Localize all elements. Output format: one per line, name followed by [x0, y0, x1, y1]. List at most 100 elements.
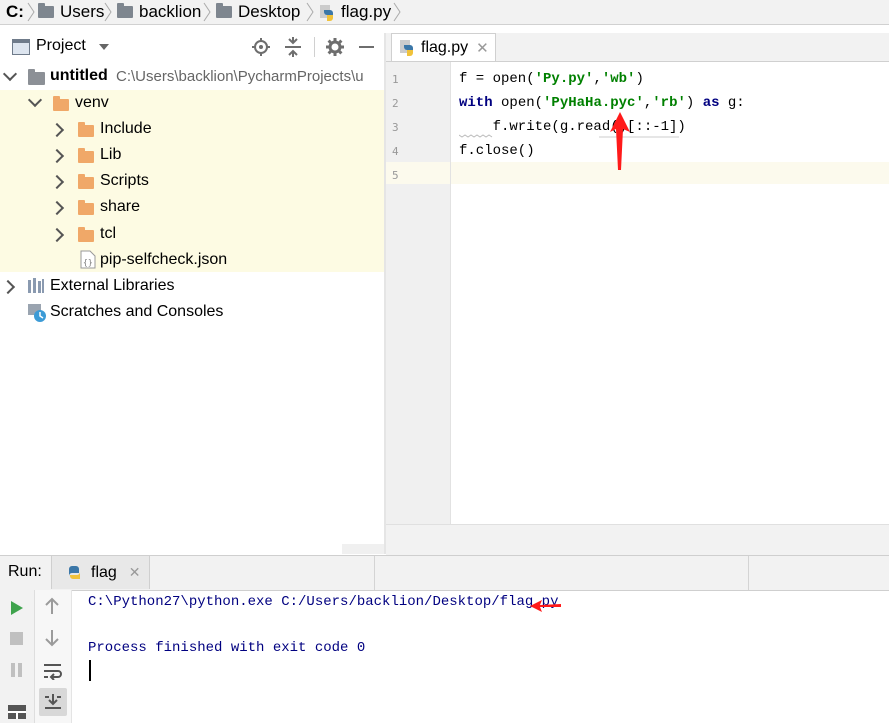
- tree-item-label: untitled: [50, 67, 108, 84]
- project-path-text: C:\Users\backlion\PycharmProjects\u: [116, 68, 364, 85]
- locate-target-icon[interactable]: [252, 38, 270, 56]
- chevron-down-icon[interactable]: [27, 92, 43, 108]
- project-panel-title[interactable]: Project: [36, 37, 86, 55]
- chevron-right-icon[interactable]: [49, 148, 65, 164]
- layout-icon[interactable]: [8, 704, 26, 720]
- toolbar-divider: [314, 37, 315, 57]
- gear-icon[interactable]: [326, 38, 344, 56]
- divider: [748, 556, 749, 590]
- tree-item-pip-selfcheck[interactable]: {} pip-selfcheck.json: [0, 246, 384, 272]
- breadcrumb-label: Users: [60, 2, 105, 21]
- console-toolbar: [35, 590, 72, 723]
- python-file-icon: [400, 40, 413, 56]
- dropdown-arrow-icon[interactable]: [99, 43, 109, 51]
- python-icon: [69, 566, 80, 579]
- line-number: 2: [392, 97, 399, 110]
- code-line-1[interactable]: f = open('Py.py','wb'): [459, 71, 644, 87]
- tree-item-scratches[interactable]: Scratches and Consoles: [0, 298, 384, 324]
- project-tree: untitled C:\Users\backlion\PycharmProjec…: [0, 62, 384, 544]
- breadcrumb-users[interactable]: Users: [38, 0, 104, 24]
- arrow-down-icon[interactable]: [45, 629, 59, 647]
- breadcrumb-backlion[interactable]: backlion: [117, 0, 201, 24]
- annotation-arrow-left-icon: [530, 600, 561, 612]
- code-line-4[interactable]: f.close(): [459, 143, 535, 159]
- folder-icon: [78, 148, 94, 163]
- arrow-up-icon[interactable]: [45, 597, 59, 615]
- run-toolbar: [0, 590, 35, 723]
- close-icon[interactable]: ✕: [476, 39, 489, 57]
- folder-icon: [28, 69, 45, 85]
- code-token: ): [685, 95, 703, 111]
- chevron-right-icon[interactable]: [49, 227, 65, 243]
- python-file-icon: [320, 4, 333, 21]
- navigation-bar: C: Users backlion Desktop flag.py: [0, 0, 889, 25]
- breadcrumb-label: flag.py: [341, 2, 392, 21]
- breadcrumb-label: Desktop: [238, 2, 301, 21]
- tree-item-label: venv: [75, 94, 109, 111]
- tree-item-label: Scratches and Consoles: [50, 303, 224, 320]
- code-string: 'wb': [601, 71, 636, 87]
- project-window-icon: [12, 39, 30, 55]
- minimize-icon[interactable]: [359, 46, 374, 48]
- run-label: Run:: [8, 563, 42, 580]
- tree-item-untitled[interactable]: untitled C:\Users\backlion\PycharmProjec…: [0, 64, 384, 90]
- chevron-right-icon[interactable]: [49, 122, 65, 138]
- tree-item-venv[interactable]: venv: [0, 90, 384, 116]
- code-token: f.close(): [459, 143, 535, 159]
- close-icon[interactable]: ✕: [129, 564, 141, 581]
- tree-item-tcl[interactable]: tcl: [0, 220, 384, 246]
- folder-icon: [78, 200, 94, 215]
- code-string: 'rb': [652, 95, 686, 111]
- tree-item-label: External Libraries: [50, 277, 175, 294]
- tree-item-label: share: [100, 198, 141, 215]
- collapse-all-icon[interactable]: [285, 37, 301, 57]
- tree-item-label: pip-selfcheck.json: [100, 251, 228, 268]
- annotation-arrow-up-icon: [610, 112, 630, 170]
- json-file-icon: {}: [80, 250, 96, 269]
- tree-item-share[interactable]: share: [0, 194, 384, 220]
- svg-text:{}: {}: [83, 258, 93, 267]
- editor-tab-flag-py[interactable]: flag.py ✕: [391, 33, 496, 61]
- code-token: f = open(: [459, 71, 535, 87]
- breadcrumb-drive[interactable]: C:: [6, 0, 24, 24]
- code-token: ,: [643, 95, 653, 111]
- breadcrumb-flag-py[interactable]: flag.py: [319, 0, 391, 24]
- line-number: 1: [392, 73, 399, 86]
- run-tab-flag[interactable]: flag ✕: [51, 556, 150, 589]
- text-cursor: [89, 660, 91, 681]
- breadcrumb-separator-icon: [393, 2, 401, 22]
- code-line-2[interactable]: with open('PyHaHa.pyc','rb') as g:: [459, 95, 745, 111]
- folder-icon: [78, 174, 94, 189]
- folder-icon: [53, 96, 69, 111]
- tree-item-label: Include: [100, 120, 152, 137]
- horizontal-scrollbar[interactable]: [342, 544, 384, 554]
- code-token: ,: [593, 71, 602, 87]
- scroll-to-end-button[interactable]: [39, 688, 67, 716]
- code-token: open(: [492, 95, 544, 111]
- tree-item-scripts[interactable]: Scripts: [0, 168, 384, 194]
- folder-icon: [216, 3, 232, 18]
- folder-icon: [78, 122, 94, 137]
- code-token: f.write(g.read()[::-1]): [459, 119, 686, 135]
- pause-icon[interactable]: [10, 662, 24, 678]
- breadcrumb-separator-icon: [306, 2, 314, 22]
- soft-wrap-icon[interactable]: [43, 662, 63, 680]
- stop-icon[interactable]: [10, 632, 23, 645]
- chevron-right-icon[interactable]: [0, 279, 16, 295]
- breadcrumb-desktop[interactable]: Desktop: [216, 0, 300, 24]
- chevron-right-icon[interactable]: [49, 174, 65, 190]
- folder-icon: [117, 3, 133, 18]
- tree-item-label: Scripts: [100, 172, 149, 189]
- code-keyword: as: [702, 95, 720, 111]
- tree-item-include[interactable]: Include: [0, 116, 384, 142]
- code-line-3[interactable]: f.write(g.read()[::-1]): [459, 119, 686, 135]
- tree-item-lib[interactable]: Lib: [0, 142, 384, 168]
- library-icon: [28, 278, 44, 293]
- line-number: 3: [392, 121, 399, 134]
- editor-footer: [386, 524, 889, 555]
- tree-item-external-libraries[interactable]: External Libraries: [0, 272, 384, 298]
- run-play-icon[interactable]: [10, 600, 24, 616]
- chevron-down-icon[interactable]: [2, 66, 18, 82]
- folder-icon: [78, 227, 94, 242]
- chevron-right-icon[interactable]: [49, 200, 65, 216]
